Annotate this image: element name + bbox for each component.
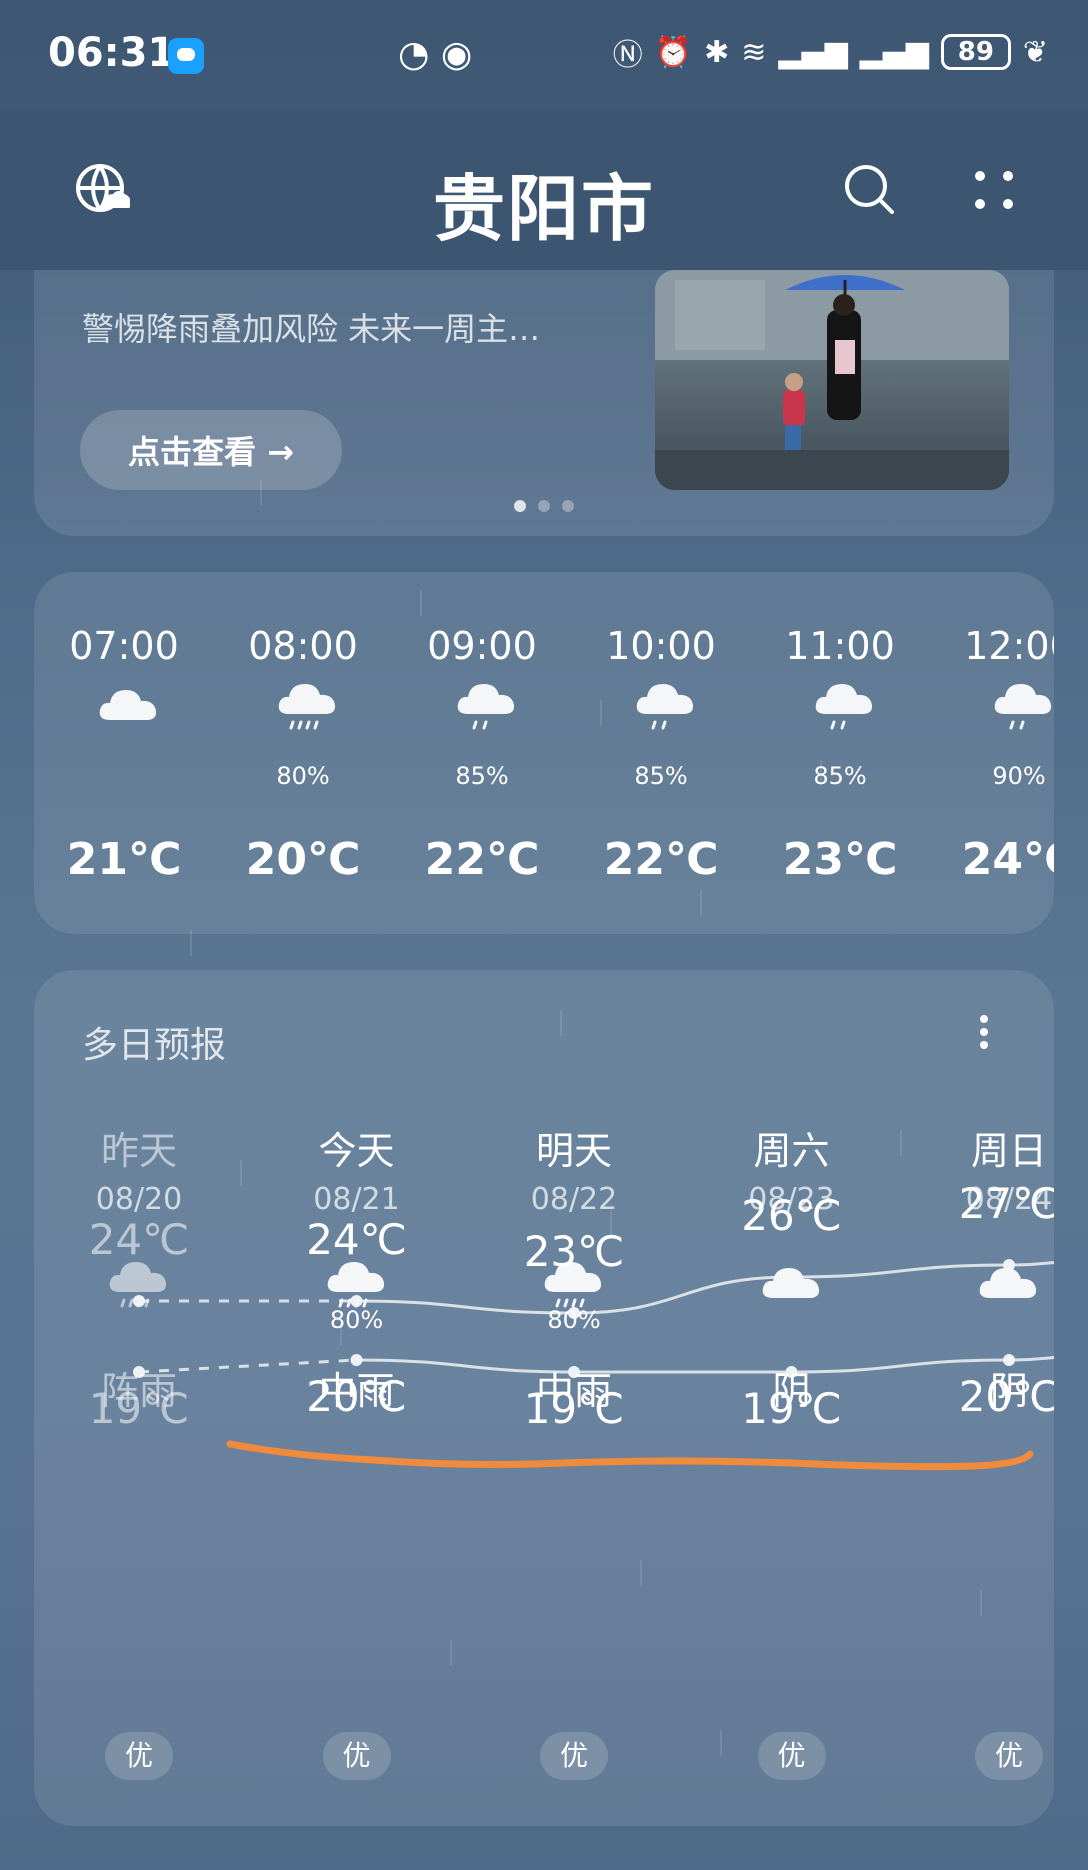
- air-quality-badge: 优: [105, 1732, 173, 1780]
- day-label: 明天: [535, 1129, 612, 1173]
- high-temp-line: [356, 1261, 1054, 1315]
- precip-chance: 80%: [547, 1306, 601, 1334]
- precip-chance: 90%: [992, 762, 1046, 790]
- hourly-forecast-card[interactable]: 07:00 21℃ 08:00 80% 20℃ 09:00 85% 22℃ 10:00 85% 22…: [34, 572, 1054, 934]
- city-title: 贵阳市: [432, 167, 655, 251]
- hour-temp: 22℃: [603, 834, 719, 885]
- day-label: 今天: [318, 1129, 395, 1173]
- nfc-icon: Ⓝ: [612, 38, 643, 73]
- precip-chance: 80%: [329, 1306, 384, 1334]
- drizzle-cloud-icon: [454, 682, 520, 732]
- air-quality-badge: 优: [975, 1732, 1043, 1780]
- day-label: 周日: [970, 1129, 1047, 1173]
- daily-forecast-card[interactable]: 多日预报 昨天 08/20 阵雨 24℃ 19℃ 优今天 08/21 80% 中雨 24℃ 20℃ 优…: [34, 970, 1054, 1826]
- hour-label: 07:00: [69, 624, 179, 668]
- cloud-icon: [96, 682, 162, 732]
- air-quality-badge: 优: [757, 1732, 826, 1780]
- hour-label: 10:00: [606, 624, 716, 668]
- carousel-dots: [514, 500, 574, 512]
- rain-cloud-icon: [106, 1260, 172, 1310]
- low-temp: 20℃: [306, 1372, 407, 1421]
- hour-label: 08:00: [248, 624, 358, 668]
- date-label: 08/22: [530, 1182, 618, 1217]
- app-header: 贵阳市: [0, 110, 1088, 270]
- wifi-icon: ≋: [741, 34, 767, 70]
- daily-forecast-title: 多日预报: [82, 1025, 227, 1066]
- cloud-icon: [976, 1260, 1042, 1310]
- hour-label: 11:00: [785, 624, 895, 668]
- hour-temp: 20℃: [245, 834, 361, 885]
- day-label: 昨天: [100, 1129, 177, 1173]
- low-temp: 19℃: [523, 1384, 625, 1433]
- rain-cloud-icon: [275, 682, 341, 732]
- high-temp: 23℃: [523, 1227, 625, 1276]
- search-icon[interactable]: [842, 162, 898, 218]
- signal-4g-icon: ▂▄▆: [778, 34, 848, 70]
- message-notification-icon: [168, 38, 204, 74]
- hour-label: 09:00: [427, 624, 537, 668]
- clock: 06:31: [48, 30, 176, 76]
- air-quality-badge: 优: [322, 1732, 391, 1780]
- hour-label: 12:00: [964, 624, 1054, 668]
- news-subtitle: 警惕降雨叠加风险 未来一周主…: [82, 310, 541, 348]
- high-temp: 24℃: [306, 1215, 407, 1264]
- low-temp: 19℃: [88, 1384, 190, 1433]
- high-temp: 27℃: [958, 1179, 1054, 1228]
- hour-temp: 23℃: [782, 834, 898, 885]
- hand-drawn-underline: [226, 1440, 1034, 1471]
- status-icons: Ⓝ ⏰ ✱ ≋ ▂▄▆ ▂▄▆ 89 ❦: [613, 30, 1048, 74]
- hour-temp: 24℃: [961, 834, 1054, 885]
- low-temp: 20℃: [958, 1372, 1054, 1421]
- low-temp: 19℃: [741, 1384, 842, 1433]
- news-photo[interactable]: [655, 270, 1009, 490]
- drizzle-cloud-icon: [991, 682, 1054, 732]
- bluetooth-icon: ✱: [704, 34, 730, 70]
- date-label: 08/21: [313, 1182, 400, 1217]
- precip-chance: 80%: [276, 762, 330, 790]
- drizzle-cloud-icon: [812, 682, 878, 732]
- air-quality-badge: 优: [540, 1732, 608, 1780]
- status-bar: 06:31 ◔ ◉ Ⓝ ⏰ ✱ ≋ ▂▄▆ ▂▄▆ 89 ❦: [0, 0, 1088, 110]
- precip-chance: 85%: [813, 762, 867, 790]
- cloud-icon: [759, 1260, 825, 1310]
- daily-forecast-menu-icon[interactable]: [978, 1014, 990, 1050]
- hour-temp: 21℃: [66, 834, 182, 885]
- hour-temp: 22℃: [424, 834, 540, 885]
- day-label: 周六: [753, 1129, 830, 1173]
- rain-cloud-icon: [324, 1260, 390, 1310]
- drizzle-cloud-icon: [633, 682, 699, 732]
- precip-chance: 85%: [634, 762, 688, 790]
- signal-4g-icon: ▂▄▆: [859, 34, 929, 70]
- precip-chance: 85%: [455, 762, 509, 790]
- alarm-icon: ⏰: [654, 34, 693, 70]
- charging-leaf-icon: ❦: [1022, 34, 1048, 70]
- high-temp: 24℃: [88, 1215, 190, 1264]
- privacy-indicator-icons: ◔ ◉: [398, 34, 473, 75]
- date-label: 08/20: [95, 1182, 183, 1217]
- battery-indicator: 89: [940, 34, 1011, 70]
- high-temp: 26℃: [741, 1191, 842, 1240]
- more-options-icon[interactable]: [966, 162, 1022, 218]
- view-details-button[interactable]: 点击查看 →: [80, 410, 342, 490]
